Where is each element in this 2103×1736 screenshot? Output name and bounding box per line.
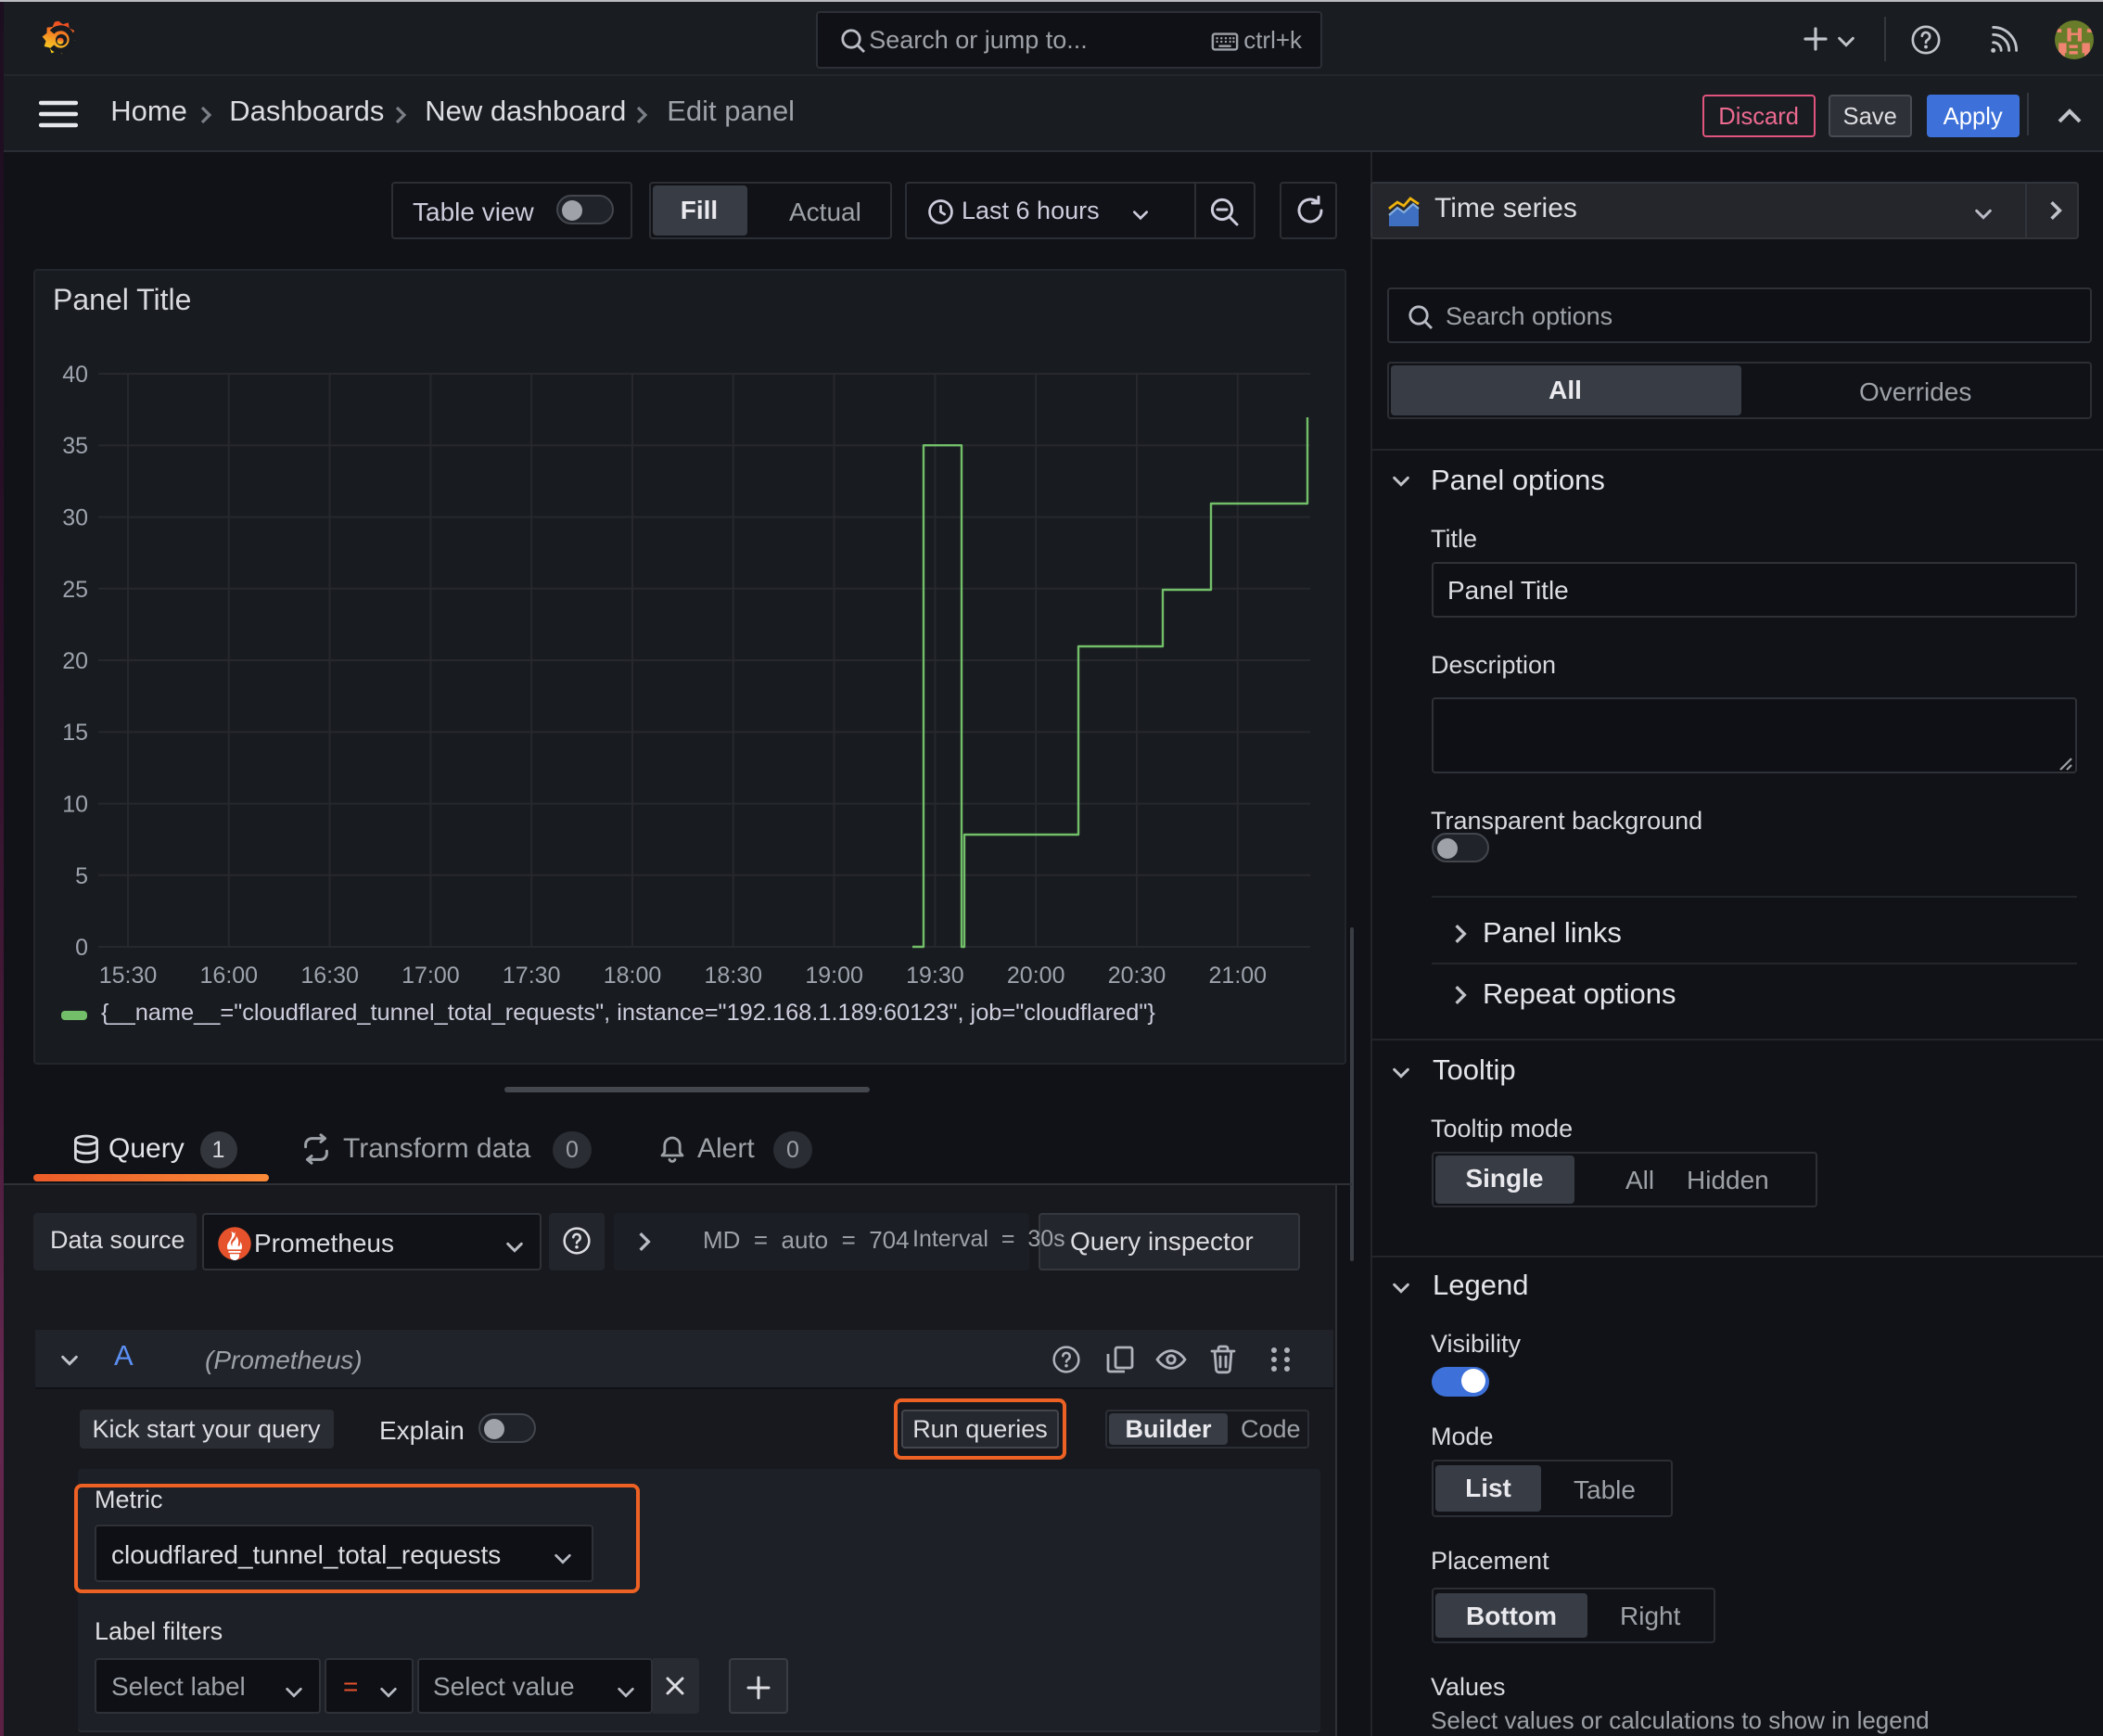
svg-text:17:30: 17:30: [502, 963, 560, 989]
svg-text:20:30: 20:30: [1107, 963, 1166, 989]
svg-text:15:30: 15:30: [98, 963, 157, 989]
svg-text:17:00: 17:00: [401, 963, 459, 989]
svg-text:25: 25: [61, 577, 87, 603]
svg-text:40: 40: [61, 362, 87, 388]
svg-text:0: 0: [74, 935, 87, 961]
svg-text:18:00: 18:00: [603, 963, 661, 989]
svg-text:10: 10: [61, 792, 87, 818]
svg-text:19:00: 19:00: [804, 963, 862, 989]
svg-text:35: 35: [61, 433, 87, 459]
svg-text:18:30: 18:30: [704, 963, 762, 989]
svg-text:20:00: 20:00: [1006, 963, 1064, 989]
svg-text:21:00: 21:00: [1208, 963, 1267, 989]
svg-text:20: 20: [61, 648, 87, 674]
svg-text:15: 15: [61, 720, 87, 746]
svg-text:5: 5: [74, 863, 87, 889]
svg-text:16:30: 16:30: [300, 963, 358, 989]
svg-text:19:30: 19:30: [905, 963, 963, 989]
svg-text:16:00: 16:00: [199, 963, 258, 989]
svg-text:30: 30: [61, 505, 87, 531]
